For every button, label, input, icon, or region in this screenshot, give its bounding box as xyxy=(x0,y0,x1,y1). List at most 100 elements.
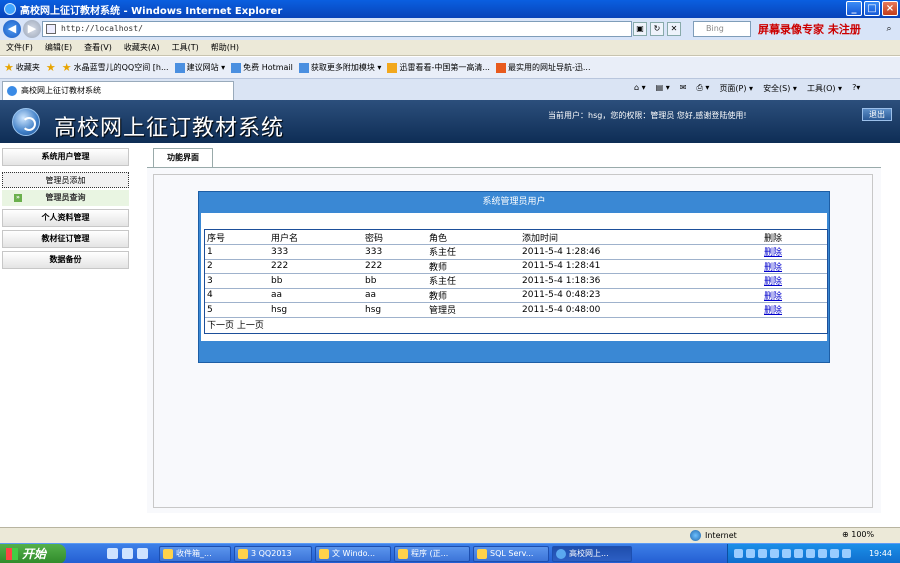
menu-help[interactable]: 帮助(H) xyxy=(211,42,239,53)
cell-password: aa xyxy=(363,288,427,303)
tray-icon[interactable] xyxy=(794,549,803,558)
cell-password: 333 xyxy=(363,244,427,260)
tray-icon[interactable] xyxy=(734,549,743,558)
forward-button[interactable]: ▶ xyxy=(23,20,41,38)
sidebar-item-label: 管理员查询 xyxy=(45,193,86,202)
menu-file[interactable]: 文件(F) xyxy=(6,42,33,53)
sidebar-item-backup[interactable]: 数据备份 xyxy=(2,251,129,269)
tray-icon[interactable] xyxy=(746,549,755,558)
site-icon xyxy=(231,62,242,73)
search-placeholder: Bing xyxy=(706,24,724,33)
start-button[interactable]: 开始 xyxy=(0,544,66,563)
favorite-link[interactable]: 建议网站 ▾ xyxy=(174,62,225,73)
maximize-button[interactable]: □ xyxy=(864,1,880,16)
show-desktop-icon[interactable] xyxy=(107,548,118,559)
cell-id: 4 xyxy=(205,288,269,303)
delete-link[interactable]: 删除 xyxy=(764,263,782,273)
tray-icon[interactable] xyxy=(782,549,791,558)
zoom-control[interactable]: ⊕ 100% xyxy=(842,530,874,539)
cell-username: aa xyxy=(269,288,363,303)
taskbar-item[interactable]: 收件箱_... xyxy=(159,546,231,562)
tray-icon[interactable] xyxy=(830,549,839,558)
delete-link[interactable]: 删除 xyxy=(764,248,782,258)
tools-menu[interactable]: 工具(O) ▾ xyxy=(807,83,842,94)
favorite-link[interactable]: 免费 Hotmail xyxy=(231,62,293,73)
status-bar: Internet ⊕ 100% xyxy=(0,527,900,543)
ie-quick-icon[interactable] xyxy=(122,548,133,559)
star-icon: ★ xyxy=(61,61,72,74)
home-icon[interactable]: ⌂ ▾ xyxy=(634,83,646,94)
taskbar-item-active[interactable]: 高校网上... xyxy=(552,546,632,562)
logout-button[interactable]: 退出 xyxy=(862,108,892,121)
column-header: 序号 xyxy=(205,230,269,245)
pager-row: 下一页 上一页 xyxy=(205,317,827,332)
menu-bar: 文件(F) 编辑(E) 查看(V) 收藏夹(A) 工具(T) 帮助(H) xyxy=(0,40,900,56)
column-header: 删除 xyxy=(762,230,827,245)
delete-link[interactable]: 删除 xyxy=(764,277,782,287)
address-row: ◀ ▶ http://localhost/ ▣ ↻ ✕ Bing 屏幕录像专家 … xyxy=(0,18,900,40)
compat-view-icon[interactable]: ▣ xyxy=(633,22,647,36)
favorite-link[interactable]: 最实用的网址导航-迅... xyxy=(495,62,590,73)
help-icon[interactable]: ?▾ xyxy=(852,83,860,94)
favorite-link[interactable]: 迅雷看看-中国第一高清... xyxy=(387,62,490,73)
next-page-link[interactable]: 下一页 xyxy=(207,321,234,331)
close-button[interactable]: × xyxy=(882,1,898,16)
menu-view[interactable]: 查看(V) xyxy=(84,42,112,53)
add-favorite-icon[interactable]: ★ xyxy=(46,61,56,74)
window-title: 高校网上征订教材系统 - Windows Internet Explorer xyxy=(20,5,283,17)
tray-icon[interactable] xyxy=(842,549,851,558)
favorite-link[interactable]: ★ 水晶蓝雪儿的QQ空间 [h... xyxy=(62,61,169,74)
sidebar-item-system-users[interactable]: 系统用户管理 xyxy=(2,148,129,166)
tray-icon[interactable] xyxy=(758,549,767,558)
tray-icon[interactable] xyxy=(806,549,815,558)
table-row: 2 222 222 教师 2011-5-4 1:28:41 删除 xyxy=(205,259,827,274)
taskbar-item[interactable]: 文 Windo... xyxy=(315,546,391,562)
menu-tools[interactable]: 工具(T) xyxy=(172,42,199,53)
refresh-icon[interactable]: ↻ xyxy=(650,22,664,36)
folder-icon xyxy=(319,549,329,559)
minimize-button[interactable]: _ xyxy=(846,1,862,16)
favorite-link-label: 迅雷看看-中国第一高清... xyxy=(399,63,490,72)
address-bar[interactable]: http://localhost/ xyxy=(42,21,632,37)
safety-menu[interactable]: 安全(S) ▾ xyxy=(763,83,797,94)
cell-password: hsg xyxy=(363,302,427,318)
favorites-label: 收藏夹 xyxy=(15,63,40,72)
sidebar-item-admin-query[interactable]: » 管理员查询 xyxy=(2,190,129,206)
taskbar-item[interactable]: 3 QQ2013 xyxy=(234,546,312,562)
recorder-watermark: 屏幕录像专家 未注册 xyxy=(758,23,861,36)
taskbar-item-label: 高校网上... xyxy=(569,549,609,558)
table-row: 4 aa aa 教师 2011-5-4 0:48:23 删除 xyxy=(205,288,827,303)
prev-page-link[interactable]: 上一页 xyxy=(237,321,264,331)
page-menu[interactable]: 页面(P) ▾ xyxy=(719,83,753,94)
taskbar-item[interactable]: 程序 (正... xyxy=(394,546,470,562)
search-icon[interactable]: ⌕ xyxy=(882,22,896,36)
stop-icon[interactable]: ✕ xyxy=(667,22,681,36)
feeds-icon[interactable]: ▤ ▾ xyxy=(656,83,670,94)
sidebar-item-profile[interactable]: 个人资料管理 xyxy=(2,209,129,227)
delete-link[interactable]: 删除 xyxy=(764,292,782,302)
table-row: 5 hsg hsg 管理员 2011-5-4 0:48:00 删除 xyxy=(205,302,827,318)
tray-icon[interactable] xyxy=(818,549,827,558)
main-content: 功能界面 系统管理员用户 序号 用户名 密码 角色 添加时间 删除 1 333 … xyxy=(131,143,900,523)
tray-icon[interactable] xyxy=(770,549,779,558)
delete-link[interactable]: 删除 xyxy=(764,306,782,316)
browser-tab[interactable]: 高校网上征订教材系统 xyxy=(2,81,234,100)
taskbar-item[interactable]: SQL Serv... xyxy=(473,546,549,562)
sidebar-item-admin-add[interactable]: 管理员添加 xyxy=(2,172,129,188)
mail-icon[interactable]: ✉ xyxy=(680,83,687,94)
favorite-link[interactable]: 获取更多附加模块 ▾ xyxy=(298,62,381,73)
sidebar-item-textbook-order[interactable]: 教材征订管理 xyxy=(2,230,129,248)
tab-function[interactable]: 功能界面 xyxy=(153,148,213,167)
search-input[interactable]: Bing xyxy=(693,21,751,37)
explorer-quick-icon[interactable] xyxy=(137,548,148,559)
site-icon xyxy=(174,62,185,73)
cell-password: 222 xyxy=(363,259,427,274)
taskbar-item-label: 文 Windo... xyxy=(332,549,376,558)
back-button[interactable]: ◀ xyxy=(3,20,21,38)
menu-edit[interactable]: 编辑(E) xyxy=(45,42,72,53)
site-icon xyxy=(298,62,309,73)
print-icon[interactable]: ⎙ ▾ xyxy=(696,83,709,94)
favorites-button[interactable]: ★ 收藏夹 xyxy=(4,61,40,74)
menu-favorites[interactable]: 收藏夹(A) xyxy=(124,42,160,53)
taskbar-item-label: SQL Serv... xyxy=(490,549,534,558)
